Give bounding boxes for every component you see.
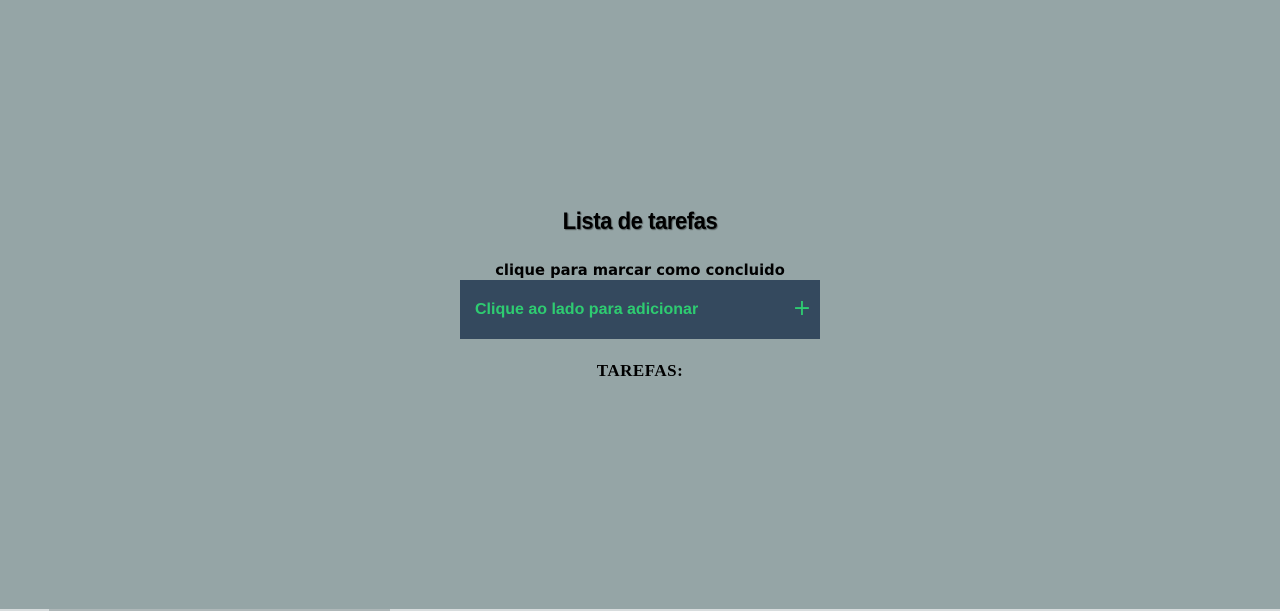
todo-app: Lista de tarefas clique para marcar como… (460, 204, 820, 383)
new-task-input[interactable] (475, 294, 785, 325)
tasks-heading: TAREFAS: (596, 361, 684, 380)
instruction-text: clique para marcar como concluido (495, 261, 785, 279)
page-title: Lista de tarefas (562, 208, 718, 235)
add-task-bar: + (460, 280, 820, 339)
add-task-button[interactable]: + (792, 295, 812, 323)
plus-icon: + (792, 296, 812, 321)
